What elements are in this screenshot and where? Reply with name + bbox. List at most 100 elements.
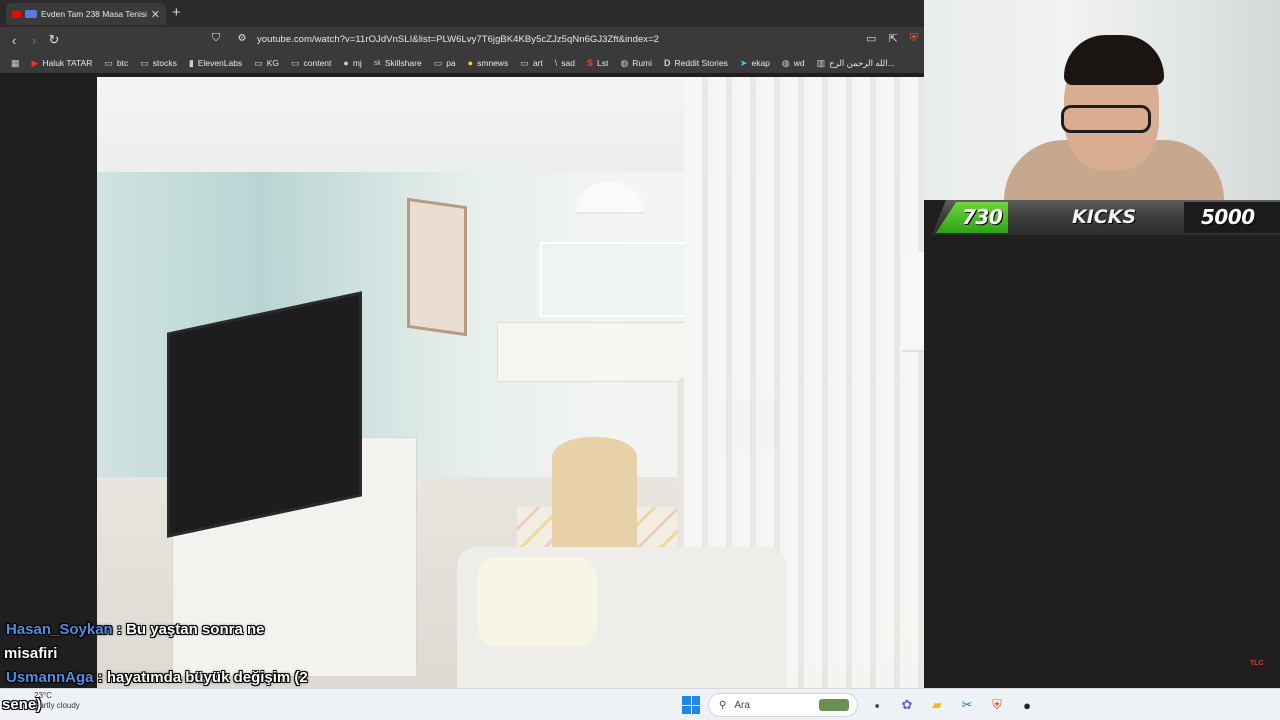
address-bar-actions: ▭ ⇱ ⛨: [866, 32, 918, 45]
file-explorer-icon[interactable]: ▰: [926, 694, 948, 716]
kicks-goal-overlay: 730 KICKS 5000: [932, 200, 1280, 235]
sad-icon: \: [554, 58, 558, 68]
bookmark-item[interactable]: sk Skillshare: [369, 58, 427, 68]
bookmark-label: mj: [352, 58, 362, 68]
yellow-pillow: [477, 557, 597, 647]
search-icon: ⚲: [719, 699, 727, 711]
bookmark-item[interactable]: ◍ Rumi: [615, 58, 657, 69]
kicks-goal: 5000: [1201, 205, 1255, 229]
bookmark-item[interactable]: ◍ wd: [777, 58, 810, 69]
taskbar: 23°C Partly cloudy sene) ⚲ Ara ▪ ✿ ▰ ✂ ⛨…: [0, 688, 1280, 720]
bookmark-label: ekap: [751, 58, 770, 68]
video-player[interactable]: [97, 77, 924, 688]
skillshare-icon: sk: [373, 59, 381, 67]
bookmark-label: Haluk TATAR: [42, 58, 93, 68]
snipping-tool-icon[interactable]: ✂: [956, 694, 978, 716]
forward-icon[interactable]: ›: [24, 33, 44, 48]
chat-text: hayatımda büyük değişim (2: [106, 669, 308, 686]
folder-icon: ▭: [291, 57, 300, 68]
bookmark-item[interactable]: ● smnews: [463, 58, 514, 68]
bookmark-item[interactable]: ▥ الله الرحمن الرح...: [812, 58, 900, 69]
obs-icon[interactable]: ●: [1016, 694, 1038, 716]
address-bar: ‹ › ↻ ⛉ ⚙ youtube.com/watch?v=11rOJdVnSL…: [0, 27, 924, 53]
bookmark-label: Rumi: [632, 58, 653, 68]
bookmark-label: content: [303, 58, 332, 68]
bookmark-label: KG: [266, 58, 279, 68]
wall-art: [407, 197, 467, 337]
tab-favicon-icon: [25, 10, 37, 18]
chat-username: Hasan_Soykan: [6, 621, 113, 638]
back-icon[interactable]: ‹: [4, 33, 24, 48]
new-tab-icon[interactable]: +: [172, 4, 181, 21]
chat-message: misafiri: [0, 642, 420, 666]
streamer-glasses: [1061, 105, 1151, 133]
globe-icon: ◍: [781, 57, 790, 68]
webcam-feed: [924, 0, 1280, 200]
bookmark-label: art: [532, 58, 543, 68]
elevenlabs-icon: ▮: [188, 57, 194, 68]
television: [167, 291, 362, 538]
taskbar-search[interactable]: ⚲ Ara: [708, 693, 858, 717]
right-dark-panel: [1183, 235, 1280, 688]
reload-icon[interactable]: ↻: [44, 32, 64, 48]
bookmark-label: Lst: [596, 58, 609, 68]
tab-title: Evden Tam 238 Masa Tenisi K: [41, 9, 147, 19]
bookmark-label: wd: [793, 58, 805, 68]
github-icon: ●: [343, 58, 349, 68]
tab-bar: Evden Tam 238 Masa Tenisi K ✕ +: [0, 0, 924, 27]
brave-browser-icon[interactable]: ⛨: [986, 694, 1008, 716]
d-icon: D: [664, 58, 671, 68]
bookmark-item[interactable]: \ sad: [550, 58, 580, 68]
bookmark-item[interactable]: ▮ ElevenLabs: [184, 58, 247, 69]
s-icon: S: [586, 58, 593, 68]
doc-icon: ▥: [816, 57, 826, 68]
pendant-lamp: [575, 182, 645, 214]
bookmark-item[interactable]: ▭ KG: [249, 58, 284, 69]
youtube-icon: [12, 10, 21, 18]
bookmark-item[interactable]: D Reddit Stories: [659, 58, 733, 68]
url-field[interactable]: youtube.com/watch?v=11rOJdVnSLI&list=PLW…: [257, 34, 659, 45]
bookmark-label: sad: [561, 58, 575, 68]
bookmark-item[interactable]: ➤ ekap: [735, 58, 775, 69]
bookmark-item[interactable]: ● mj: [338, 58, 366, 68]
bookmark-label: الله الرحمن الرح...: [829, 57, 895, 68]
apps-grid-icon[interactable]: ▦: [6, 58, 25, 69]
windows-start-icon[interactable]: [682, 696, 700, 714]
brave-shield-icon[interactable]: ⛨: [910, 32, 918, 45]
tab-close-icon[interactable]: ✕: [151, 8, 160, 21]
cast-icon[interactable]: ▭: [866, 32, 876, 45]
bookmark-icon[interactable]: ⛉: [206, 32, 226, 45]
tab-active[interactable]: Evden Tam 238 Masa Tenisi K ✕: [6, 3, 166, 25]
globe-icon: ◍: [620, 57, 629, 68]
chat-overflow-text: sene): [2, 696, 42, 713]
room-window: [540, 242, 690, 317]
floor-lamp-shade: [902, 252, 924, 352]
copilot-icon[interactable]: ✿: [896, 694, 918, 716]
bookmark-item[interactable]: ▭ pa: [429, 58, 461, 69]
search-highlight-icon: [819, 699, 849, 711]
bird-icon: ➤: [739, 57, 748, 68]
share-icon[interactable]: ⇱: [889, 32, 898, 45]
task-view-icon[interactable]: ▪: [866, 694, 888, 716]
folder-icon: ▭: [254, 57, 263, 68]
bookmark-item[interactable]: ▭ content: [286, 58, 336, 69]
bookmark-label: stocks: [152, 58, 177, 68]
folder-icon: ▭: [140, 57, 149, 68]
bookmark-item[interactable]: ▭ btc: [99, 58, 133, 69]
bookmark-item[interactable]: ▭ stocks: [135, 58, 182, 69]
bookmark-label: ElevenLabs: [197, 58, 243, 68]
kicks-current: 730: [962, 205, 1003, 229]
browser-window: Evden Tam 238 Masa Tenisi K ✕ + ‹ › ↻ ⛉ …: [0, 0, 924, 688]
taskbar-apps: ⚲ Ara ▪ ✿ ▰ ✂ ⛨ ●: [682, 693, 1038, 717]
site-info-icon[interactable]: ⚙: [232, 33, 252, 44]
chat-overlay: Hasan_Soykan : Bu yaştan sonra ne misafi…: [0, 618, 420, 690]
chat-message: UsmannAga : hayatımda büyük değişim (2: [6, 669, 308, 686]
bookmark-label: Skillshare: [384, 58, 422, 68]
bookmark-item[interactable]: ▭ art: [515, 58, 547, 69]
bookmark-label: Reddit Stories: [674, 58, 728, 68]
bookmark-item[interactable]: ▶ Haluk TATAR: [27, 58, 98, 69]
bookmarks-bar: ▦ ▶ Haluk TATAR ▭ btc ▭ stocks ▮ ElevenLabs …: [0, 53, 924, 73]
chat-text: misafiri: [4, 645, 58, 662]
chat-message: Hasan_Soykan : Bu yaştan sonra ne: [6, 621, 265, 638]
bookmark-item[interactable]: S Lst: [582, 58, 613, 68]
